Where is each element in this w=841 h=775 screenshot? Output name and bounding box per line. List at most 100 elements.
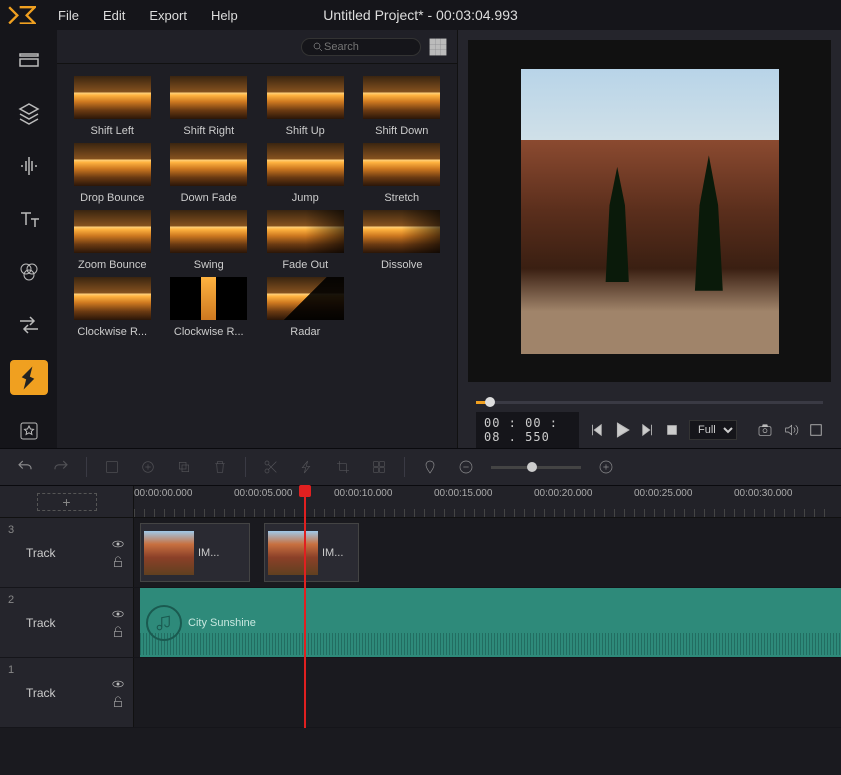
preview-controls: 00 : 00 : 08 . 550 Full — [458, 412, 841, 448]
split-button[interactable] — [260, 456, 282, 478]
effect-thumb — [363, 76, 440, 119]
effects-grid: Shift Left Shift Right Shift Up Shift Down D… — [57, 64, 457, 350]
track-header[interactable]: 3 Track — [0, 518, 134, 587]
track-content[interactable] — [134, 658, 841, 727]
effect-item[interactable]: Shift Up — [260, 76, 351, 137]
preview-viewport[interactable] — [468, 40, 831, 382]
volume-button[interactable] — [783, 419, 799, 441]
redo-button[interactable] — [50, 456, 72, 478]
effect-item[interactable]: Radar — [260, 277, 351, 338]
track-content[interactable]: IM... IM... — [134, 518, 841, 587]
lock-icon[interactable] — [111, 555, 125, 569]
effect-thumb — [170, 76, 247, 119]
fullscreen-button[interactable] — [809, 419, 823, 441]
crop-button[interactable] — [332, 456, 354, 478]
effect-item[interactable]: Clockwise R... — [164, 277, 255, 338]
play-button[interactable] — [613, 419, 631, 441]
speed-button[interactable] — [296, 456, 318, 478]
prev-frame-button[interactable] — [589, 419, 603, 441]
effect-item[interactable]: Shift Left — [67, 76, 158, 137]
video-clip[interactable]: IM... — [264, 523, 359, 582]
track-content[interactable]: City Sunshine — [134, 588, 841, 657]
menu-help[interactable]: Help — [201, 4, 248, 27]
effect-item[interactable]: Shift Down — [357, 76, 448, 137]
effect-item[interactable]: Fade Out — [260, 210, 351, 271]
app-logo — [8, 6, 36, 24]
track-name: Track — [26, 616, 105, 630]
tool-grid[interactable] — [368, 456, 390, 478]
visibility-icon[interactable] — [111, 607, 125, 621]
track-row: 2 Track City Sunshine — [0, 588, 841, 658]
effect-thumb — [74, 277, 151, 320]
grid-view-button[interactable] — [429, 38, 447, 56]
effect-thumb — [74, 143, 151, 186]
effect-label: Stretch — [363, 192, 440, 204]
title-bar: File Edit Export Help Untitled Project* … — [0, 0, 841, 30]
effect-item[interactable]: Down Fade — [164, 143, 255, 204]
layers-tab[interactable] — [10, 95, 48, 130]
effect-item[interactable]: Clockwise R... — [67, 277, 158, 338]
zoom-slider[interactable] — [491, 466, 581, 469]
effect-label: Clockwise R... — [74, 326, 151, 338]
text-tab[interactable] — [10, 201, 48, 236]
effect-item[interactable]: Jump — [260, 143, 351, 204]
effect-thumb — [267, 76, 344, 119]
search-input[interactable] — [324, 41, 404, 53]
search-box[interactable] — [301, 38, 421, 56]
copy-button[interactable] — [173, 456, 195, 478]
lock-icon[interactable] — [111, 695, 125, 709]
preview-frame — [521, 69, 779, 354]
effect-item[interactable]: Stretch — [357, 143, 448, 204]
quality-select[interactable]: Full — [689, 420, 737, 440]
effect-item[interactable]: Shift Right — [164, 76, 255, 137]
track-number: 1 — [8, 664, 14, 676]
clip-label: IM... — [322, 547, 343, 559]
track-header[interactable]: 2 Track — [0, 588, 134, 657]
effect-label: Dissolve — [363, 259, 440, 271]
transitions-tab[interactable] — [10, 307, 48, 342]
track-header[interactable]: 1 Track — [0, 658, 134, 727]
track-name: Track — [26, 546, 105, 560]
tool-1[interactable] — [101, 456, 123, 478]
favorites-tab[interactable] — [10, 413, 48, 448]
add-track-button[interactable]: + — [37, 493, 97, 511]
menu-edit[interactable]: Edit — [93, 4, 135, 27]
menu-export[interactable]: Export — [139, 4, 197, 27]
effect-item[interactable]: Dissolve — [357, 210, 448, 271]
snapshot-button[interactable] — [757, 419, 773, 441]
stop-button[interactable] — [665, 419, 679, 441]
effect-item[interactable]: Swing — [164, 210, 255, 271]
media-library-tab[interactable] — [10, 42, 48, 77]
effect-label: Drop Bounce — [74, 192, 151, 204]
marker-tool[interactable] — [419, 456, 441, 478]
visibility-icon[interactable] — [111, 537, 125, 551]
ruler-tick: 00:00:00.000 — [134, 488, 192, 499]
zoom-in-button[interactable] — [595, 456, 617, 478]
next-frame-button[interactable] — [641, 419, 655, 441]
effect-item[interactable]: Zoom Bounce — [67, 210, 158, 271]
menu-file[interactable]: File — [48, 4, 89, 27]
effect-label: Shift Up — [267, 125, 344, 137]
ruler-tick: 00:00:20.000 — [534, 488, 592, 499]
ruler-tick: 00:00:10.000 — [334, 488, 392, 499]
filters-tab[interactable] — [10, 254, 48, 289]
timeline: + 00:00:00.00000:00:05.00000:00:10.00000… — [0, 486, 841, 728]
lock-icon[interactable] — [111, 625, 125, 639]
zoom-out-button[interactable] — [455, 456, 477, 478]
effect-label: Shift Left — [74, 125, 151, 137]
audio-clip[interactable]: City Sunshine — [140, 588, 841, 657]
delete-button[interactable] — [209, 456, 231, 478]
effect-thumb — [267, 277, 344, 320]
playhead[interactable] — [304, 486, 306, 728]
effect-thumb — [74, 76, 151, 119]
time-ruler[interactable]: 00:00:00.00000:00:05.00000:00:10.00000:0… — [134, 486, 841, 517]
add-marker-button[interactable] — [137, 456, 159, 478]
animations-tab[interactable] — [10, 360, 48, 395]
visibility-icon[interactable] — [111, 677, 125, 691]
preview-scrubber[interactable] — [458, 392, 841, 412]
effect-item[interactable]: Drop Bounce — [67, 143, 158, 204]
video-clip[interactable]: IM... — [140, 523, 250, 582]
undo-button[interactable] — [14, 456, 36, 478]
effect-label: Clockwise R... — [170, 326, 247, 338]
audio-tab[interactable] — [10, 148, 48, 183]
